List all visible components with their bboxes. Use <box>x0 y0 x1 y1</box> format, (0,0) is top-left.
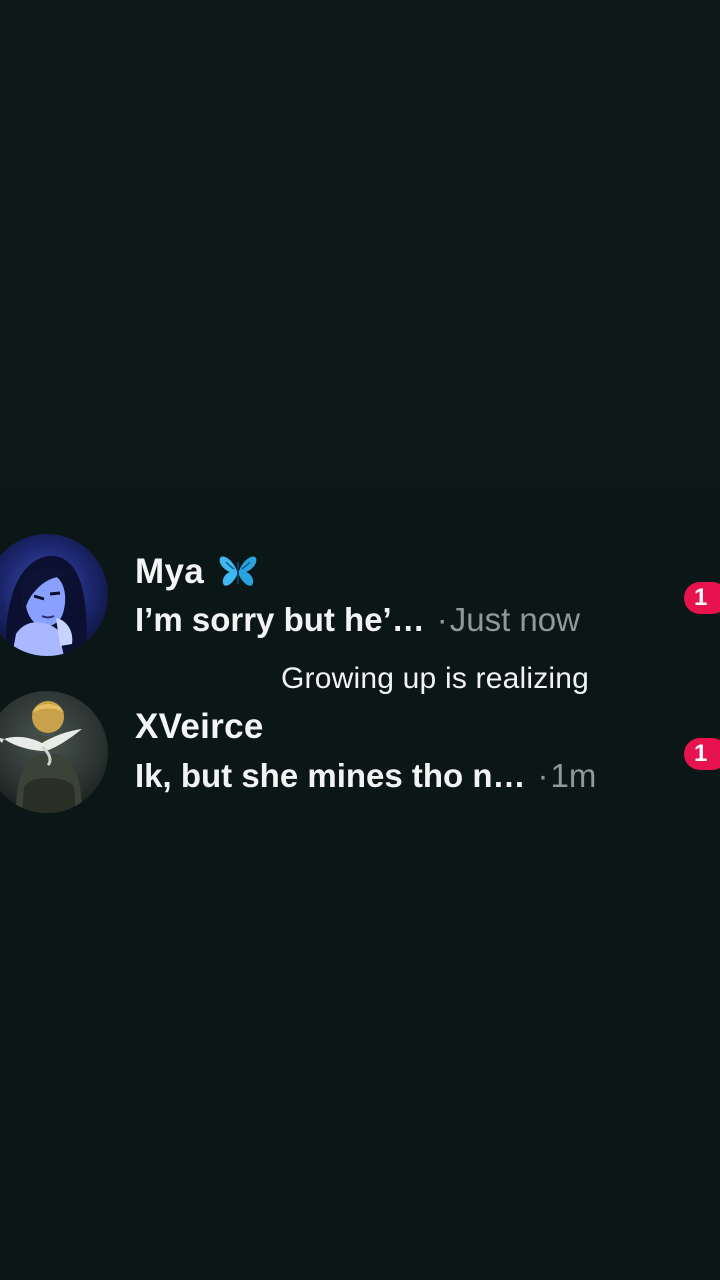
contact-name: Mya <box>135 552 204 591</box>
timestamp: 1m <box>550 757 597 794</box>
conversation-row-xveirce[interactable]: XVeirce Ik, but she mines tho n… ·1m 1 <box>0 691 720 815</box>
unread-badge: 1 <box>684 738 720 770</box>
timestamp: Just now <box>449 601 580 638</box>
separator: · <box>436 601 448 638</box>
message-preview: I’m sorry but he’… <box>135 601 425 638</box>
avatar[interactable] <box>0 534 108 656</box>
message-preview: Ik, but she mines tho n… <box>135 757 526 794</box>
contact-name: XVeirce <box>135 707 264 746</box>
messages-screen: Mya I’m sorry but he’… ·Just now 1 Growin… <box>0 0 720 1280</box>
bird-statue-avatar <box>0 691 108 813</box>
anime-girl-avatar <box>0 534 108 656</box>
unread-badge: 1 <box>684 582 720 614</box>
butterfly-icon <box>219 556 257 586</box>
avatar[interactable] <box>0 691 108 813</box>
conversation-row-mya[interactable]: Mya I’m sorry but he’… ·Just now 1 <box>0 534 720 658</box>
separator: · <box>537 757 549 794</box>
